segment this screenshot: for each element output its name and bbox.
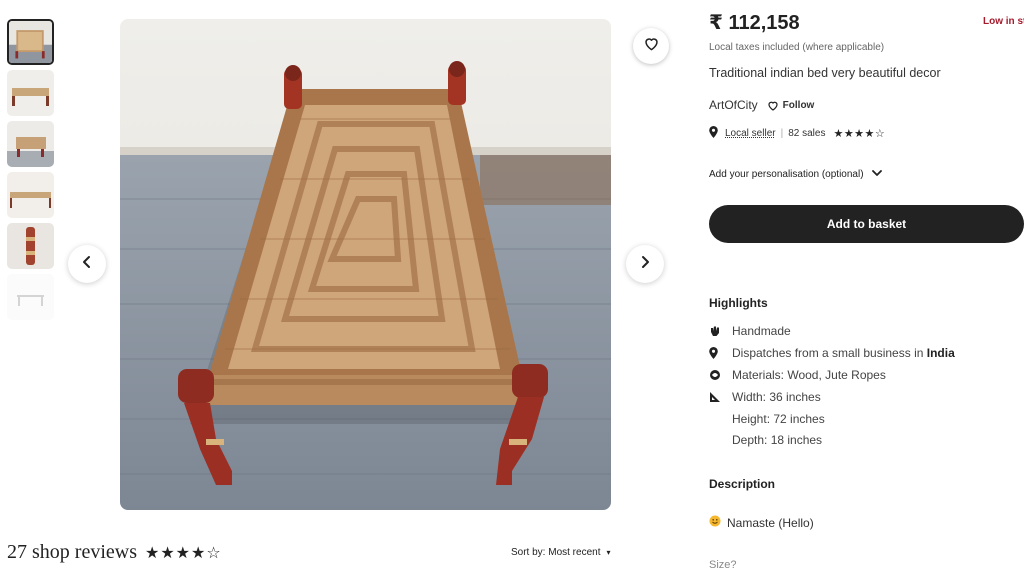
- description-text: Namaste (Hello): [727, 515, 814, 530]
- heart-icon: [643, 36, 660, 56]
- height-text: Height: 72 inches: [732, 412, 825, 426]
- thumbnail-4[interactable]: [7, 172, 54, 218]
- favorite-button[interactable]: [633, 28, 669, 64]
- thumbnail-strip: [7, 19, 55, 325]
- next-image-button[interactable]: [626, 245, 664, 283]
- caret-down-icon: ▾: [606, 548, 611, 557]
- width-text: Width: 36 inches: [732, 390, 821, 404]
- thumbnail-6[interactable]: [7, 274, 54, 320]
- shop-name-link[interactable]: ArtOfCity: [709, 98, 758, 112]
- shop-reviews-count: 27 shop reviews: [7, 541, 137, 563]
- main-product-image: [120, 19, 611, 510]
- local-seller-link[interactable]: Local seller: [725, 128, 776, 139]
- highlights-heading: Highlights: [709, 296, 768, 310]
- location-pin-icon: [709, 126, 718, 141]
- thumbnail-2[interactable]: [7, 70, 54, 116]
- separator: |: [780, 128, 784, 139]
- description-heading: Description: [709, 477, 776, 491]
- taxes-note: Local taxes included (where applicable): [709, 42, 885, 53]
- seller-rating-stars: ★★★★☆: [833, 128, 886, 140]
- size-label: Size?: [709, 559, 737, 571]
- follow-label: Follow: [782, 99, 815, 111]
- product-title: Traditional indian bed very beautiful de…: [709, 66, 941, 80]
- highlight-dispatch: Dispatches from a small business in Indi…: [709, 346, 955, 360]
- handmade-text: Handmade: [732, 324, 791, 338]
- seller-info-row: Local seller | 82 sales ★★★★☆: [709, 126, 885, 141]
- location-pin-icon: [709, 347, 725, 359]
- shop-row: ArtOfCity Follow: [709, 98, 814, 112]
- dispatch-text: Dispatches from a small business in: [732, 346, 924, 360]
- previous-image-button[interactable]: [68, 245, 106, 283]
- depth-text: Depth: 18 inches: [732, 433, 823, 447]
- sales-count: 82 sales: [788, 128, 826, 139]
- add-to-basket-button[interactable]: Add to basket: [709, 205, 1024, 243]
- thumbnail-5[interactable]: [7, 223, 54, 269]
- ruler-icon: [709, 391, 725, 403]
- sort-dropdown[interactable]: Sort by: Most recent ▾: [511, 547, 611, 558]
- materials-text: Materials: Wood, Jute Ropes: [732, 368, 886, 382]
- stock-badge: Low in stock: [983, 16, 1024, 27]
- chevron-right-icon: [639, 255, 651, 274]
- personalisation-label: Add your personalisation (optional): [709, 169, 864, 180]
- personalisation-toggle[interactable]: Add your personalisation (optional): [709, 169, 882, 180]
- follow-button[interactable]: Follow: [767, 99, 815, 111]
- highlight-width: Width: 36 inches: [709, 390, 821, 404]
- materials-icon: [709, 369, 725, 381]
- smiley-icon: [709, 515, 721, 530]
- shop-rating-stars: ★★★★☆: [144, 544, 222, 562]
- highlight-materials: Materials: Wood, Jute Ropes: [709, 368, 886, 382]
- highlight-handmade: Handmade: [709, 324, 791, 338]
- heart-outline-icon: [768, 101, 778, 111]
- thumbnail-1[interactable]: [7, 19, 54, 65]
- description-text-row: Namaste (Hello): [709, 515, 814, 530]
- hand-icon: [709, 325, 725, 337]
- shop-reviews-header: 27 shop reviews ★★★★☆: [7, 541, 222, 564]
- chevron-left-icon: [81, 255, 93, 274]
- chevron-down-icon: [871, 169, 882, 180]
- thumbnail-3[interactable]: [7, 121, 54, 167]
- product-price: ₹ 112,158: [709, 12, 800, 34]
- sort-label: Sort by: Most recent: [511, 547, 601, 558]
- dispatch-country: India: [926, 346, 955, 360]
